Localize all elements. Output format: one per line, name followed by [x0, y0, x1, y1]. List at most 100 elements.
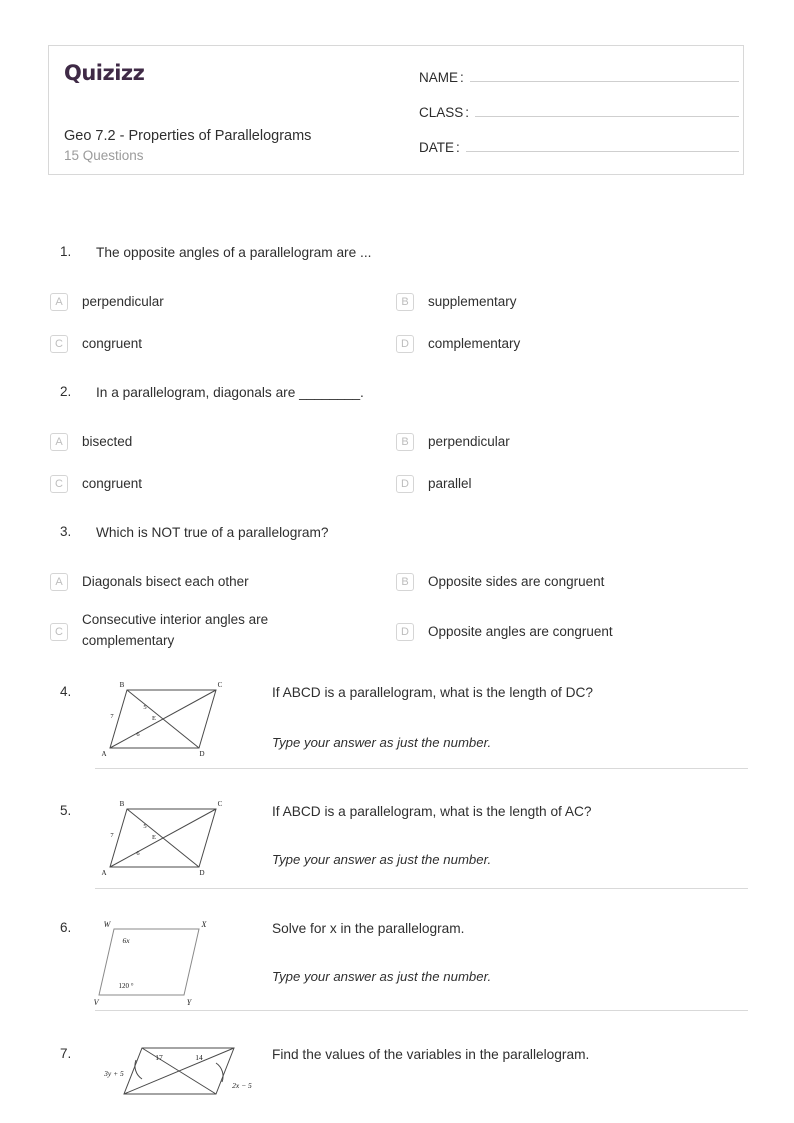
angle-label-6x: 6x: [122, 936, 130, 945]
question-7-text: Find the values of the variables in the …: [272, 1047, 590, 1062]
question-count-label: 15 Questions: [64, 148, 144, 163]
date-field-label: DATE:: [419, 140, 460, 155]
question-2: 2. In a parallelogram, diagonals are ___…: [0, 384, 794, 404]
question-3-option-a[interactable]: A Diagonals bisect each other: [50, 572, 395, 593]
intersection-label-e: E: [152, 715, 156, 722]
parallelogram-abcd-diagram: B C A D E 7 5 6: [101, 681, 223, 758]
question-4-divider: [95, 768, 748, 769]
segment-label-14: 14: [195, 1053, 203, 1062]
option-letter-badge: D: [396, 475, 414, 493]
option-letter-badge: C: [50, 475, 68, 493]
class-field-input[interactable]: [475, 99, 739, 117]
option-letter-badge: C: [50, 623, 68, 641]
option-letter-badge: C: [50, 335, 68, 353]
parallelogram-wxvy-diagram: W X V Y 6x 120 °: [94, 920, 208, 1007]
option-letter-badge: A: [50, 293, 68, 311]
question-2-number: 2.: [60, 384, 72, 399]
question-3-number: 3.: [60, 524, 72, 539]
segment-label-17: 17: [155, 1053, 163, 1062]
vertex-label-a: A: [101, 869, 106, 877]
vertex-label-w: W: [104, 920, 112, 929]
question-3-header: 3. Which is NOT true of a parallelogram?: [0, 524, 794, 544]
option-letter-badge: D: [396, 623, 414, 641]
question-1-number: 1.: [60, 244, 72, 259]
question-2-header: 2. In a parallelogram, diagonals are ___…: [0, 384, 794, 404]
question-5-number: 5.: [60, 803, 72, 818]
option-label: congruent: [82, 476, 143, 491]
question-5-text: If ABCD is a parallelogram, what is the …: [272, 804, 592, 819]
vertex-label-a: A: [101, 750, 106, 758]
option-label: Diagonals bisect each other: [82, 574, 249, 589]
vertex-label-d: D: [199, 869, 204, 877]
question-5-divider: [95, 888, 748, 889]
option-label: Opposite angles are congruent: [428, 624, 613, 639]
parallelogram-abcd-diagram: B C A D E 7 5 6: [101, 800, 223, 877]
angle-label-120: 120 °: [118, 982, 133, 990]
option-label: parallel: [428, 476, 472, 491]
question-1-option-b[interactable]: B supplementary: [396, 292, 741, 313]
vertex-label-c: C: [218, 800, 223, 808]
question-2-option-b[interactable]: B perpendicular: [396, 432, 741, 453]
question-2-text: In a parallelogram, diagonals are ______…: [96, 385, 364, 400]
question-6-hint: Type your answer as just the number.: [272, 969, 492, 984]
angle-label-2x-minus-5: 2x − 5: [232, 1081, 252, 1090]
measure-label-5: 5: [143, 823, 146, 830]
vertex-label-d: D: [199, 750, 204, 758]
option-letter-badge: B: [396, 293, 414, 311]
question-5-figure: B C A D E 7 5 6: [94, 797, 254, 879]
option-label: Consecutive interior angles are compleme…: [82, 612, 269, 648]
measure-label-5: 5: [143, 704, 146, 711]
vertex-label-x: X: [201, 920, 208, 929]
question-3-option-c[interactable]: C Consecutive interior angles are comple…: [50, 610, 350, 652]
question-3: 3. Which is NOT true of a parallelogram?: [0, 524, 794, 544]
vertex-label-v: V: [94, 998, 100, 1007]
option-label: perpendicular: [82, 294, 164, 309]
question-1: 1. The opposite angles of a parallelogra…: [0, 244, 794, 264]
question-3-option-d[interactable]: D Opposite angles are congruent: [396, 622, 741, 643]
question-3-text: Which is NOT true of a parallelogram?: [96, 525, 329, 540]
option-label: Opposite sides are congruent: [428, 574, 605, 589]
option-label: perpendicular: [428, 434, 510, 449]
question-5-hint: Type your answer as just the number.: [272, 852, 492, 867]
question-1-header: 1. The opposite angles of a parallelogra…: [0, 244, 794, 264]
student-info-fields: NAME: CLASS: DATE:: [419, 64, 739, 169]
quizizz-logo: Quizizz: [64, 61, 145, 85]
option-label: congruent: [82, 336, 143, 351]
question-1-option-a[interactable]: A perpendicular: [50, 292, 395, 313]
question-3-option-b[interactable]: B Opposite sides are congruent: [396, 572, 741, 593]
question-2-option-d[interactable]: D parallel: [396, 474, 741, 495]
vertex-label-b: B: [120, 681, 125, 689]
question-6-divider: [95, 1010, 748, 1011]
question-2-option-c[interactable]: C congruent: [50, 474, 395, 495]
name-field-input[interactable]: [469, 64, 739, 82]
question-1-option-d[interactable]: D complementary: [396, 334, 741, 355]
question-7-number: 7.: [60, 1046, 72, 1061]
page-title: Geo 7.2 - Properties of Parallelograms: [64, 128, 312, 144]
parallelogram-variables-diagram: 17 14 3y + 5 2x − 5: [103, 1047, 252, 1095]
option-letter-badge: A: [50, 433, 68, 451]
question-4-hint: Type your answer as just the number.: [272, 735, 492, 750]
measure-label-7: 7: [110, 713, 114, 720]
vertex-label-c: C: [218, 681, 223, 689]
question-2-option-a[interactable]: A bisected: [50, 432, 395, 453]
option-letter-badge: D: [396, 335, 414, 353]
name-field-label: NAME:: [419, 70, 464, 85]
vertex-label-y: Y: [187, 998, 193, 1007]
option-letter-badge: A: [50, 573, 68, 591]
intersection-label-e: E: [152, 834, 156, 841]
date-field-input[interactable]: [465, 134, 739, 152]
worksheet-header-card: Quizizz Geo 7.2 - Properties of Parallel…: [48, 45, 744, 175]
question-6-figure: W X V Y 6x 120 °: [94, 915, 264, 1007]
question-6-number: 6.: [60, 920, 72, 935]
question-7-figure: 17 14 3y + 5 2x − 5: [94, 1038, 269, 1113]
option-letter-badge: B: [396, 433, 414, 451]
angle-label-3y-plus-5: 3y + 5: [103, 1069, 124, 1078]
class-field-row: CLASS:: [419, 99, 739, 131]
option-label: complementary: [428, 336, 521, 351]
vertex-label-b: B: [120, 800, 125, 808]
measure-label-7: 7: [110, 832, 114, 839]
question-4-text: If ABCD is a parallelogram, what is the …: [272, 685, 594, 700]
option-label: supplementary: [428, 294, 517, 309]
question-4-figure: B C A D E 7 5 6: [94, 678, 254, 760]
question-1-option-c[interactable]: C congruent: [50, 334, 395, 355]
